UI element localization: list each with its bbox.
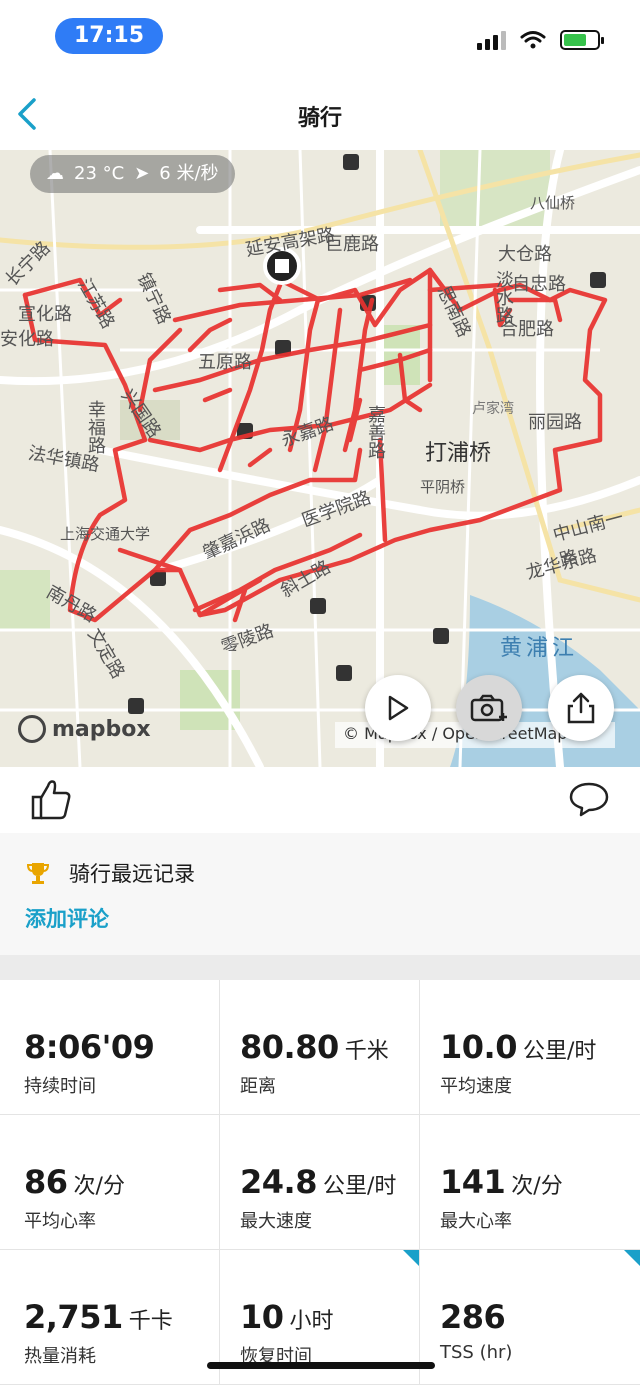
trophy-icon: [26, 863, 50, 884]
map-label: 平阴桥: [420, 478, 466, 496]
mapbox-logo: mapbox: [18, 715, 151, 743]
stat-unit: 次/分: [511, 1174, 563, 1199]
status-icons: [477, 30, 604, 50]
comment-icon[interactable]: [568, 781, 610, 817]
nav-bar: 骑行: [0, 80, 640, 150]
stat-label: 最大心率: [440, 1211, 512, 1232]
map-label: 打浦桥: [425, 441, 492, 466]
stat-unit: 次/分: [73, 1174, 125, 1199]
stat-value: 80.80: [240, 1028, 339, 1066]
info-corner-icon: [624, 1250, 640, 1266]
status-time[interactable]: 17:15: [55, 18, 163, 54]
map-label: 安化路: [0, 329, 54, 350]
map-label: 黄浦江: [500, 636, 579, 661]
add-comment-link[interactable]: 添加评论: [25, 903, 109, 933]
stat-label: 平均心率: [24, 1211, 96, 1232]
add-photo-button[interactable]: [456, 675, 522, 741]
share-button[interactable]: [548, 675, 614, 741]
stat-label: 平均速度: [440, 1076, 512, 1097]
route-map[interactable]: ☁ 23 °C ➤ 6 米/秒 延安高架路 巨鹿路 江苏路 镇宁路 宣化路 安化…: [0, 150, 640, 767]
signal-icon: [477, 30, 506, 50]
map-label: 大仓路: [498, 244, 552, 265]
map-label: 五原路: [198, 352, 252, 373]
stat-label: 热量消耗: [24, 1346, 96, 1367]
wifi-icon: [520, 31, 546, 49]
map-label: 宣化路: [18, 304, 72, 325]
stat-value: 141: [440, 1163, 506, 1201]
stat-avg-speed: 10.0 公里/时 平均速度: [420, 980, 640, 1115]
stat-max-speed: 24.8 公里/时 最大速度: [220, 1115, 420, 1250]
battery-icon: [560, 30, 604, 50]
stat-unit: 公里/时: [322, 1174, 397, 1199]
stat-label: 持续时间: [24, 1076, 96, 1097]
stat-value: 8:06'09: [24, 1028, 155, 1066]
stat-label: 最大速度: [240, 1211, 312, 1232]
map-label: 幸福路: [85, 400, 106, 454]
stat-value: 10: [240, 1298, 284, 1336]
share-icon: [567, 692, 595, 724]
map-label: 卢家湾: [472, 401, 514, 417]
stat-avg-heart-rate: 86 次/分 平均心率: [0, 1115, 220, 1250]
stat-value: 286: [440, 1298, 506, 1336]
stats-panel: 8:06'09 持续时间 80.80 千米 距离 10.0 公里/时 平均速度 86…: [0, 980, 640, 1385]
status-bar: 17:15: [0, 0, 640, 80]
action-bar: [0, 767, 640, 833]
stat-unit: 公里/时: [522, 1039, 597, 1064]
stat-label: 距离: [240, 1076, 276, 1097]
achievement-section: 骑行最远记录 添加评论: [0, 833, 640, 955]
achievement-title: 骑行最远记录: [69, 862, 195, 886]
stat-calories: 2,751 千卡 热量消耗: [0, 1250, 220, 1385]
play-button[interactable]: [365, 675, 431, 741]
wind-icon: ➤: [134, 163, 150, 184]
map-label: 上海交通大学: [60, 525, 151, 543]
page-title: 骑行: [297, 106, 342, 131]
stat-value: 86: [24, 1163, 68, 1201]
stat-value: 2,751: [24, 1298, 123, 1336]
wind-speed: 6 米/秒: [159, 163, 219, 184]
stat-distance: 80.80 千米 距离: [220, 980, 420, 1115]
weather-badge: ☁ 23 °C ➤ 6 米/秒: [30, 155, 235, 193]
info-corner-icon: [403, 1250, 419, 1266]
play-icon: [388, 695, 409, 721]
map-label: 巨鹿路: [325, 234, 379, 255]
stat-unit: 千卡: [128, 1309, 173, 1334]
map-label: 自忠路: [512, 274, 566, 295]
stat-max-heart-rate: 141 次/分 最大心率: [420, 1115, 640, 1250]
achievement-row: 骑行最远记录: [25, 858, 195, 888]
stat-unit: 千米: [344, 1039, 389, 1064]
stat-tss[interactable]: 286 TSS (hr): [420, 1250, 640, 1385]
camera-add-icon: [470, 694, 507, 722]
stat-label: TSS (hr): [440, 1342, 513, 1363]
map-label: 嘉善路: [365, 405, 386, 459]
stat-unit: 小时: [289, 1309, 334, 1334]
cloud-icon: ☁: [46, 163, 64, 184]
home-indicator[interactable]: [207, 1362, 435, 1369]
mapbox-icon: [18, 715, 46, 743]
map-label: 八仙桥: [530, 194, 576, 212]
map-label: 合肥路: [500, 319, 554, 340]
stats-grid: 8:06'09 持续时间 80.80 千米 距离 10.0 公里/时 平均速度 86…: [0, 980, 640, 1385]
section-divider: [0, 955, 640, 980]
stat-duration: 8:06'09 持续时间: [0, 980, 220, 1115]
stat-value: 10.0: [440, 1028, 517, 1066]
map-label: 丽园路: [528, 412, 582, 433]
temperature: 23 °C: [74, 163, 125, 184]
stat-value: 24.8: [240, 1163, 317, 1201]
like-icon[interactable]: [30, 777, 72, 821]
